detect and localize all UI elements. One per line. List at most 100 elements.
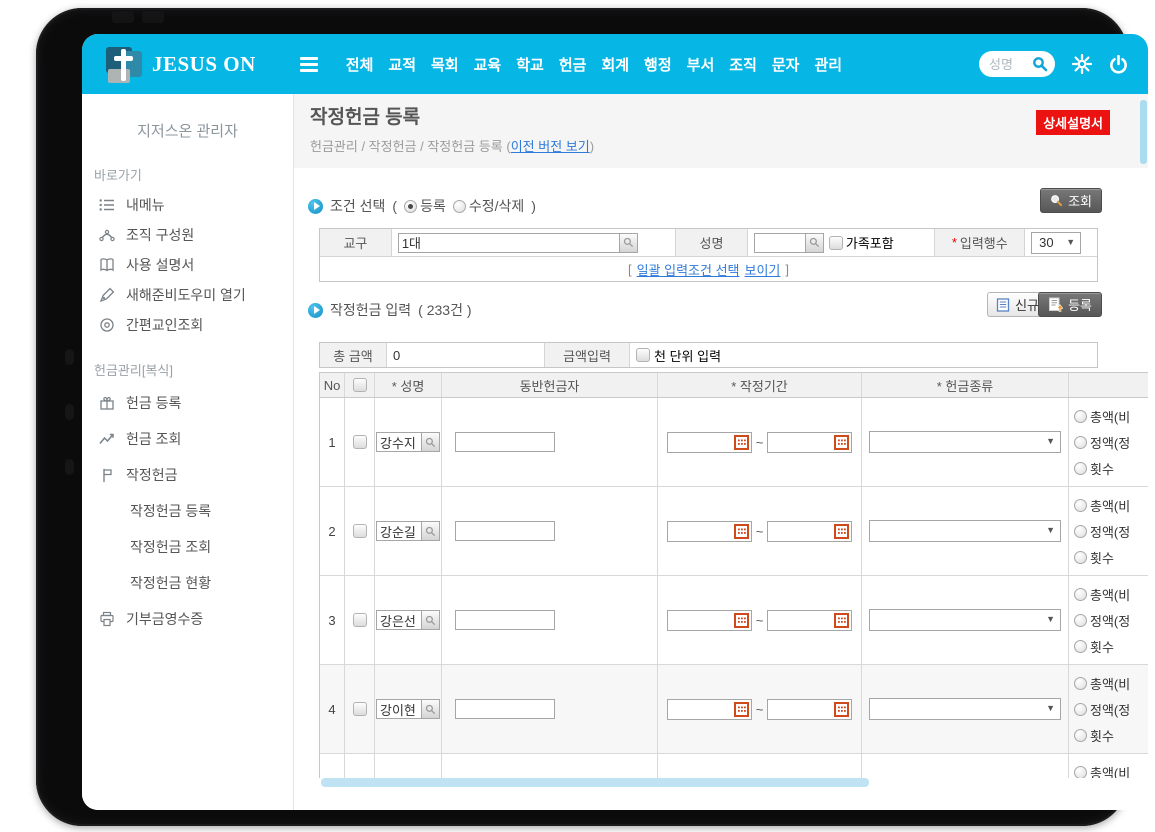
- pledge-method-count[interactable]: 횟수: [1074, 459, 1114, 478]
- row-checkbox[interactable]: [353, 702, 367, 716]
- pledge-method-fixed[interactable]: 정액(정: [1074, 433, 1130, 452]
- co-donor-input[interactable]: [455, 432, 555, 452]
- calendar-icon[interactable]: [734, 524, 749, 539]
- sidebar-user-name[interactable]: 지저스온 관리자: [82, 120, 293, 141]
- batch-condition-link[interactable]: 일괄 입력조건 선택: [637, 260, 740, 279]
- sidebar-item-my-menu[interactable]: 내메뉴: [82, 190, 293, 220]
- sidebar-item-offering-inquiry[interactable]: 헌금 조회: [82, 421, 293, 457]
- sidebar-item-donation-receipt[interactable]: 기부금영수증: [82, 601, 293, 637]
- name-input[interactable]: [376, 432, 422, 452]
- gear-icon[interactable]: [1072, 54, 1092, 74]
- thousand-unit-checkbox[interactable]: [636, 348, 650, 362]
- start-date-input[interactable]: [670, 434, 734, 451]
- district-input[interactable]: [398, 233, 620, 253]
- family-include-option[interactable]: 가족포함: [829, 233, 894, 252]
- start-date-input[interactable]: [670, 523, 734, 540]
- radio-register[interactable]: 등록: [404, 196, 446, 216]
- register-button[interactable]: 등록: [1038, 292, 1102, 317]
- name-input[interactable]: [376, 699, 422, 719]
- pledge-method-total[interactable]: 총액(비: [1074, 407, 1130, 426]
- nav-item-교적[interactable]: 교적: [388, 54, 416, 75]
- nav-item-학교[interactable]: 학교: [516, 54, 544, 75]
- sidebar-item-newyear-helper[interactable]: 새해준비도우미 열기: [82, 280, 293, 310]
- detail-manual-button[interactable]: 상세설명서: [1036, 110, 1110, 135]
- search-button[interactable]: 조회: [1040, 188, 1102, 213]
- district-search-button[interactable]: [620, 233, 638, 253]
- nav-item-부서[interactable]: 부서: [687, 54, 715, 75]
- calendar-icon[interactable]: [834, 702, 849, 717]
- name-search-button[interactable]: [422, 610, 440, 630]
- end-date-input[interactable]: [770, 612, 834, 629]
- end-date-input[interactable]: [770, 701, 834, 718]
- name-input[interactable]: [376, 521, 422, 541]
- nav-item-헌금[interactable]: 헌금: [559, 54, 587, 75]
- sidebar-item-pledge-status[interactable]: 작정헌금 현황: [82, 565, 293, 601]
- select-all-checkbox[interactable]: [353, 378, 367, 392]
- nav-item-교육[interactable]: 교육: [474, 54, 502, 75]
- radio-modify-delete[interactable]: 수정/삭제: [453, 196, 524, 216]
- co-donor-input[interactable]: [455, 699, 555, 719]
- nav-item-행정[interactable]: 행정: [644, 54, 672, 75]
- member-name-search-button[interactable]: [806, 233, 824, 253]
- name-search-button[interactable]: [422, 521, 440, 541]
- power-icon[interactable]: [1109, 55, 1128, 74]
- hamburger-menu-icon[interactable]: [300, 57, 318, 72]
- sidebar-item-pledge-register[interactable]: 작정헌금 등록: [82, 493, 293, 529]
- start-date-input[interactable]: [670, 612, 734, 629]
- pledge-method-fixed[interactable]: 정액(정: [1074, 522, 1130, 541]
- name-search-button[interactable]: [422, 699, 440, 719]
- nav-item-회계[interactable]: 회계: [601, 54, 629, 75]
- pledge-method-fixed[interactable]: 정액(정: [1074, 611, 1130, 630]
- offering-type-select[interactable]: [869, 698, 1061, 720]
- radio-modify-control[interactable]: [453, 200, 466, 213]
- name-search-button[interactable]: [422, 432, 440, 452]
- family-include-checkbox[interactable]: [829, 236, 843, 250]
- pledge-method-total[interactable]: 총액(비: [1074, 496, 1130, 515]
- row-count-select[interactable]: 30: [1031, 232, 1081, 254]
- radio-register-control[interactable]: [404, 200, 417, 213]
- search-icon[interactable]: [1032, 56, 1048, 72]
- pledge-method-total[interactable]: 총액(비: [1074, 585, 1130, 604]
- nav-item-목회[interactable]: 목회: [431, 54, 459, 75]
- vertical-scrollbar-thumb[interactable]: [1140, 100, 1147, 164]
- start-date-input[interactable]: [670, 701, 734, 718]
- sidebar-item-pledge-offering[interactable]: 작정헌금: [82, 457, 293, 493]
- horizontal-scrollbar-thumb[interactable]: [321, 778, 869, 787]
- pledge-method-count[interactable]: 횟수: [1074, 726, 1114, 745]
- calendar-icon[interactable]: [834, 524, 849, 539]
- pledge-method-count[interactable]: 횟수: [1074, 548, 1114, 567]
- sidebar-item-quick-member-lookup[interactable]: 간편교인조회: [82, 310, 293, 340]
- pledge-method-total[interactable]: 총액(비: [1074, 674, 1130, 693]
- calendar-icon[interactable]: [834, 613, 849, 628]
- batch-condition-show-link[interactable]: 보이기: [745, 260, 781, 279]
- end-date-input[interactable]: [770, 523, 834, 540]
- nav-item-조직[interactable]: 조직: [729, 54, 757, 75]
- prev-version-link[interactable]: 이전 버전 보기: [511, 139, 590, 154]
- co-donor-input[interactable]: [455, 610, 555, 630]
- calendar-icon[interactable]: [734, 613, 749, 628]
- end-date-input[interactable]: [770, 434, 834, 451]
- sidebar-item-pledge-inquiry[interactable]: 작정헌금 조회: [82, 529, 293, 565]
- calendar-icon[interactable]: [734, 435, 749, 450]
- nav-item-문자[interactable]: 문자: [772, 54, 800, 75]
- sidebar-item-offering-register[interactable]: 헌금 등록: [82, 385, 293, 421]
- row-checkbox[interactable]: [353, 435, 367, 449]
- header-search-input[interactable]: [989, 52, 1033, 76]
- offering-type-select[interactable]: [869, 609, 1061, 631]
- offering-type-select[interactable]: [869, 431, 1061, 453]
- row-checkbox[interactable]: [353, 613, 367, 627]
- app-logo[interactable]: JESUS ON: [104, 45, 256, 83]
- name-input[interactable]: [376, 610, 422, 630]
- pledge-method-total[interactable]: 총액(비: [1074, 763, 1130, 778]
- co-donor-input[interactable]: [455, 521, 555, 541]
- nav-item-관리[interactable]: 관리: [814, 54, 842, 75]
- calendar-icon[interactable]: [734, 702, 749, 717]
- sidebar-item-user-manual[interactable]: 사용 설명서: [82, 250, 293, 280]
- member-name-input[interactable]: [754, 233, 806, 253]
- calendar-icon[interactable]: [834, 435, 849, 450]
- row-checkbox[interactable]: [353, 524, 367, 538]
- sidebar-item-org-members[interactable]: 조직 구성원: [82, 220, 293, 250]
- pledge-method-count[interactable]: 횟수: [1074, 637, 1114, 656]
- nav-item-전체[interactable]: 전체: [346, 54, 374, 75]
- pledge-method-fixed[interactable]: 정액(정: [1074, 700, 1130, 719]
